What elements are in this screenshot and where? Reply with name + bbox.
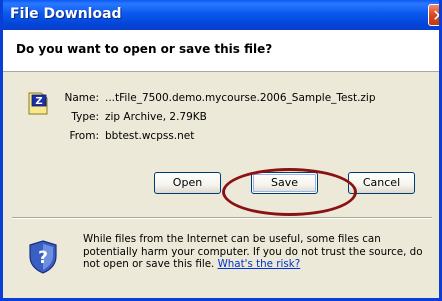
open-button[interactable]: Open <box>154 172 221 194</box>
save-button[interactable]: Save <box>251 172 318 194</box>
cancel-button[interactable]: Cancel <box>348 172 415 194</box>
title-bar[interactable]: File Download ✕ <box>3 0 439 30</box>
file-type-row: Type: zip Archive, 2.79KB <box>45 111 207 123</box>
close-icon: ✕ <box>432 6 439 25</box>
download-question: Do you want to open or save this file? <box>16 42 273 56</box>
name-label: Name: <box>64 92 99 104</box>
svg-text:?: ? <box>38 248 48 268</box>
file-name-value: ...tFile_7500.demo.mycourse.2006_Sample_… <box>105 92 376 104</box>
header-panel: Do you want to open or save this file? <box>3 30 439 72</box>
divider <box>12 217 432 219</box>
shield-question-icon: ? <box>29 240 57 274</box>
file-source-value: bbtest.wcpss.net <box>105 130 195 142</box>
whats-the-risk-link[interactable]: What's the risk? <box>218 258 301 270</box>
file-source-row: From: bbtest.wcpss.net <box>45 130 194 142</box>
file-type-value: zip Archive, 2.79KB <box>105 111 207 123</box>
type-label: Type: <box>71 111 99 123</box>
file-name-row: Name: ...tFile_7500.demo.mycourse.2006_Sa… <box>45 92 376 104</box>
close-button[interactable]: ✕ <box>428 4 439 26</box>
from-label: From: <box>69 130 99 142</box>
security-warning: While files from the Internet can be use… <box>83 233 428 271</box>
window-title: File Download <box>10 6 122 22</box>
svg-text:Z: Z <box>35 96 42 107</box>
